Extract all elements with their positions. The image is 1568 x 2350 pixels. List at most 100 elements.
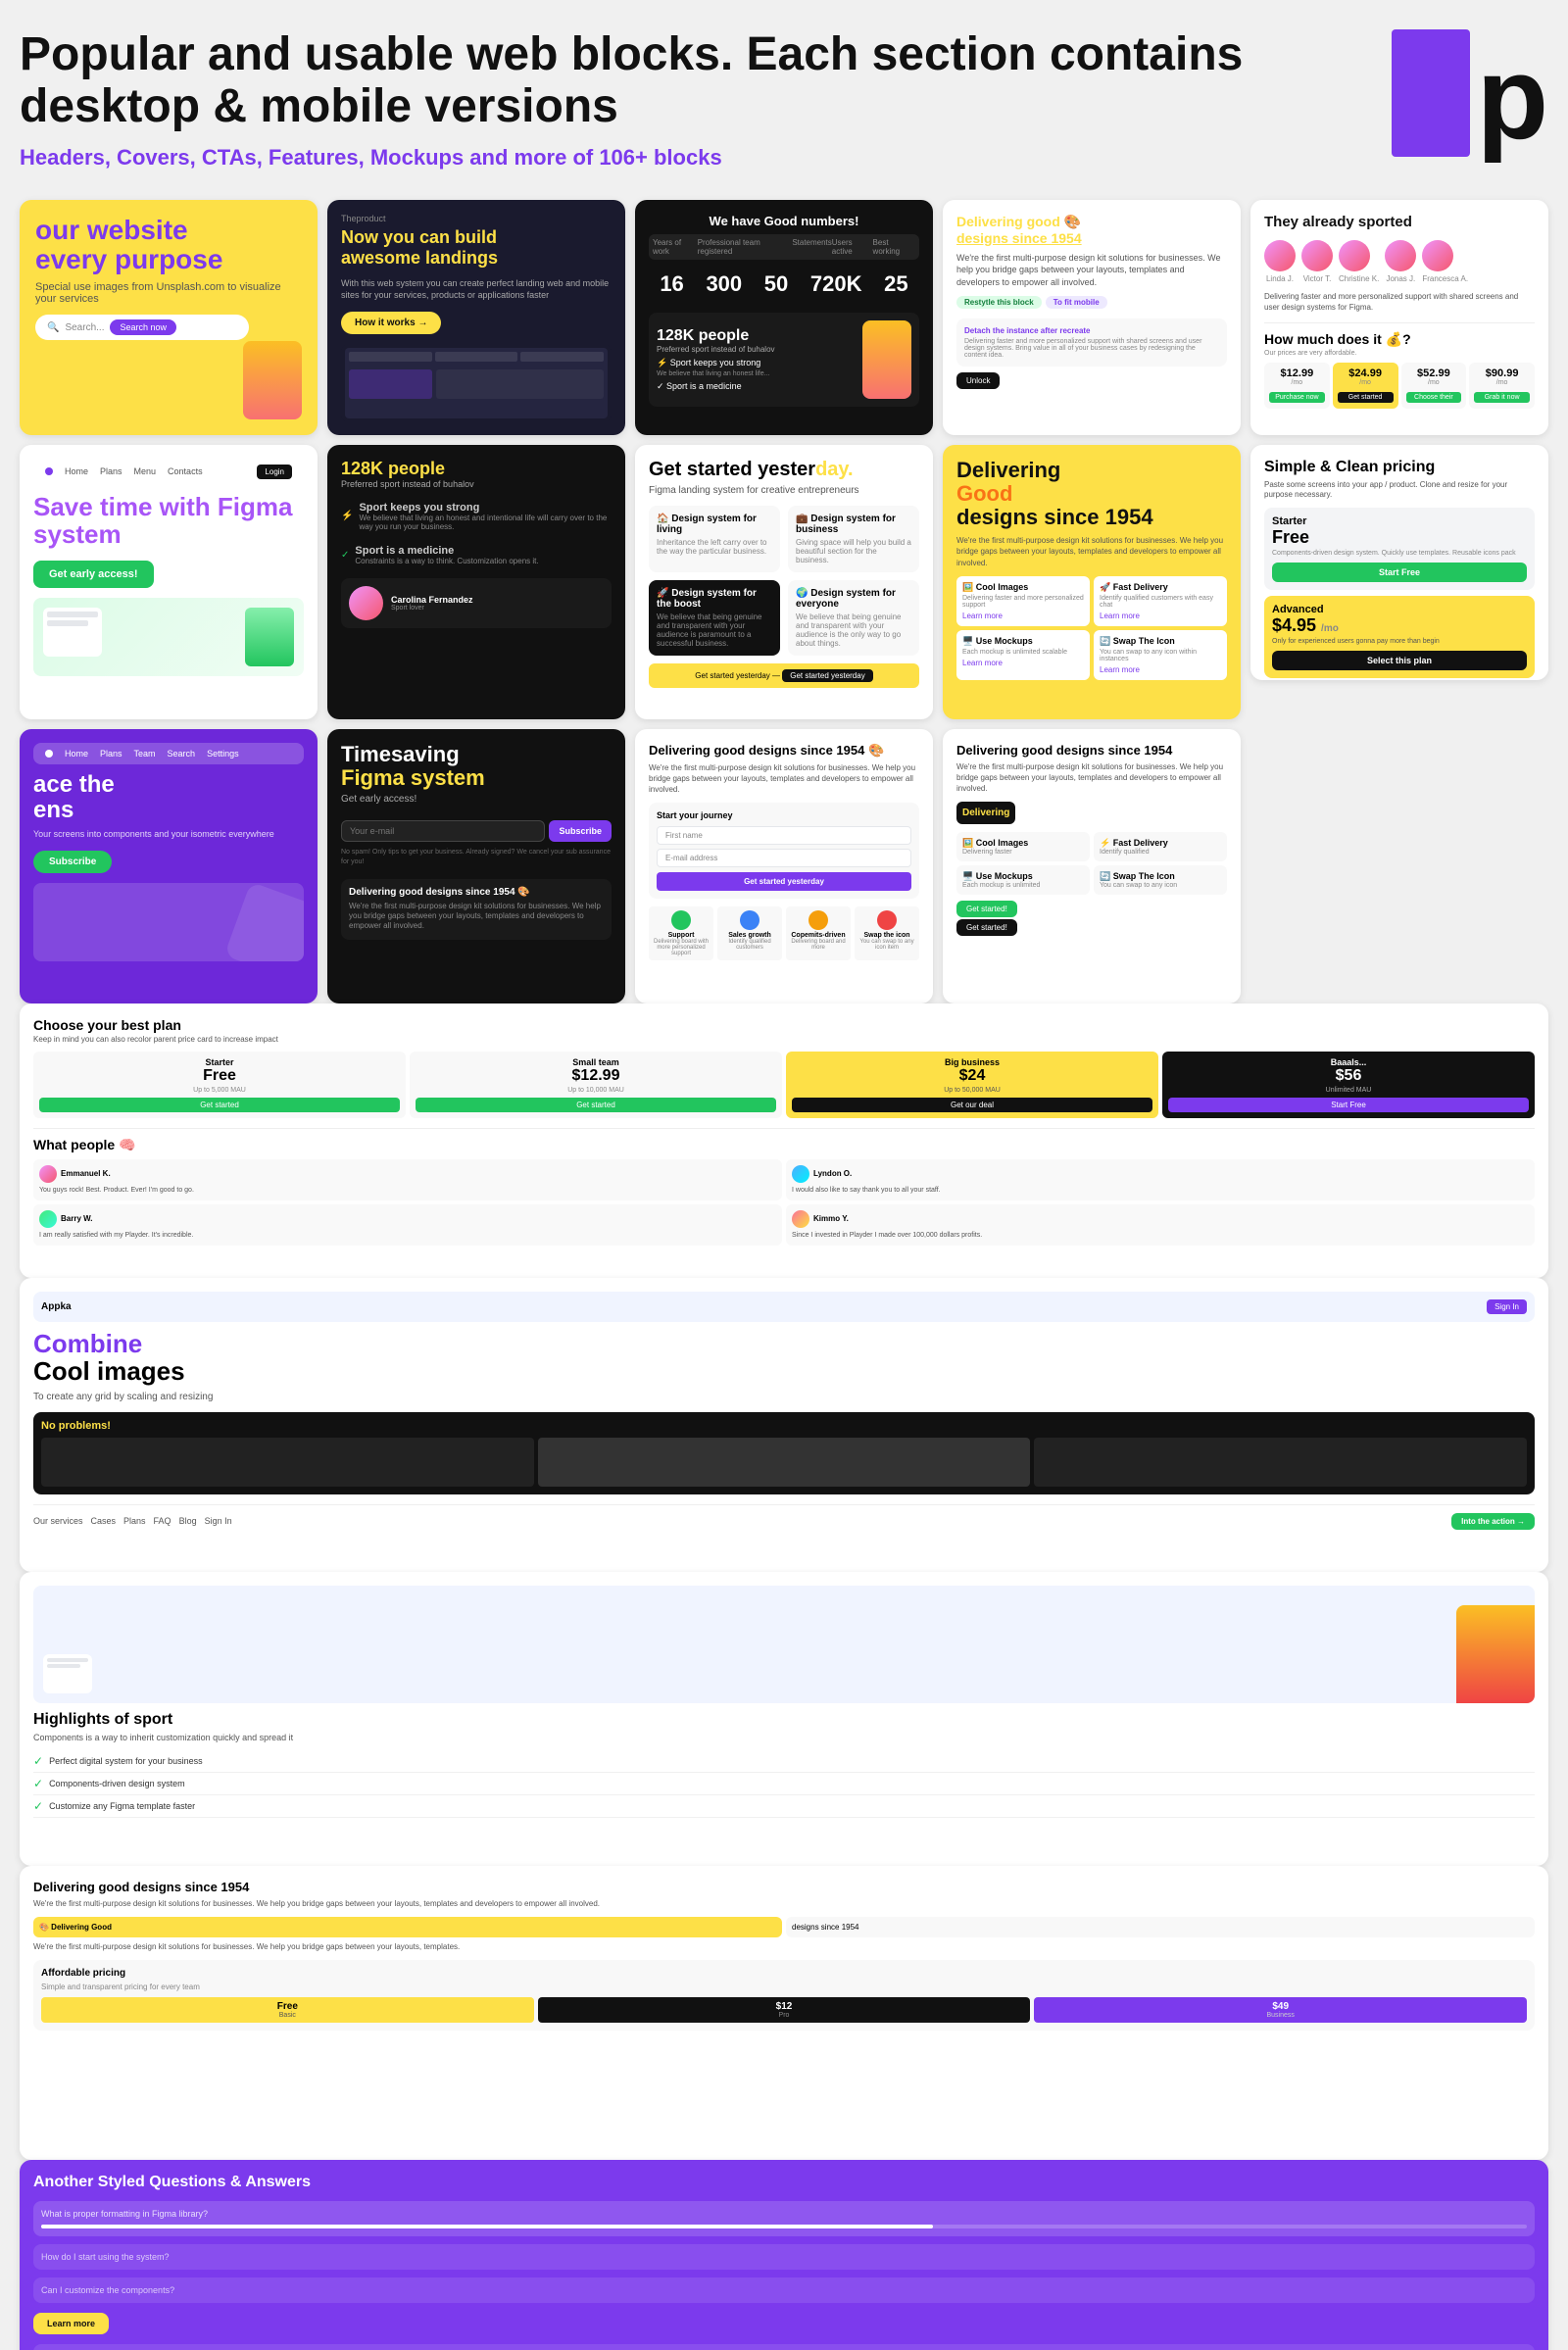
hero-person-image	[243, 341, 302, 419]
sport-stat: 128K people	[341, 459, 612, 479]
subscribe-button[interactable]: Subscribe	[33, 851, 112, 873]
mobile-button[interactable]: To fit mobile	[1046, 296, 1107, 309]
page-header: Popular and usable web blocks. Each sect…	[20, 20, 1548, 180]
big-business-btn[interactable]: Get our deal	[792, 1098, 1152, 1112]
grab-now-button[interactable]: Grab it now	[1474, 392, 1530, 403]
avatar-item: Francesca A.	[1422, 240, 1468, 283]
avatar-item: Linda J.	[1264, 240, 1296, 283]
get-started-button[interactable]: Get started	[1338, 392, 1394, 403]
get-started-btn[interactable]: Get started!	[956, 901, 1017, 917]
sported-body: Delivering faster and more personalized …	[1264, 291, 1535, 313]
card-yellow-hero: our website every purpose Special use im…	[20, 200, 318, 435]
nav-sign-in[interactable]: Sign In	[205, 1516, 232, 1526]
get-access-button[interactable]: Get early access!	[33, 561, 154, 588]
login-button[interactable]: Login	[257, 465, 292, 479]
testimonial-avatar	[349, 586, 383, 620]
main-grid: our website every purpose Special use im…	[20, 200, 1548, 1004]
bottom-nav: Our services Cases Plans FAQ Blog Sign I…	[33, 1504, 1535, 1530]
sported-title: They already sported	[1264, 214, 1535, 230]
no-problems-label: No problems!	[41, 1420, 1527, 1432]
premium-btn[interactable]: Start Free	[1168, 1098, 1529, 1112]
sport-item-1: ⚡ Sport keeps you strong We believe that…	[341, 499, 612, 534]
highlight-item-1: ✓ Perfect digital system for your busine…	[33, 1750, 1535, 1773]
nav-our-services[interactable]: Our services	[33, 1516, 83, 1526]
nav-blog[interactable]: Blog	[179, 1516, 197, 1526]
good-numbers-2-title: Delivering good designs since 1954 🎨	[649, 743, 919, 759]
restyle-button[interactable]: Restytle this block	[956, 296, 1042, 309]
delivering-yellow-title: Delivering Good designs since 1954	[956, 459, 1227, 530]
feature-cool-images: 🖼️ Cool Images Delivering faster and mor…	[956, 576, 1090, 626]
plan-premium: Baaals... $56 Unlimited MAU Start Free	[1162, 1052, 1535, 1118]
email-input[interactable]	[341, 820, 545, 842]
avatar-row: Linda J. Victor T. Christine K. Jonas J.…	[1264, 240, 1535, 283]
simple-pricing-title: Simple & Clean pricing	[1264, 459, 1535, 476]
learn-more-link-4[interactable]: Learn more	[1100, 665, 1221, 674]
page-title: Popular and usable web blocks. Each sect…	[20, 29, 1392, 133]
get-started-yesterday-button[interactable]: Get started yesterday	[782, 669, 872, 682]
delivering2-title: Delivering good designs since 1954	[956, 743, 1227, 758]
laptop-mockup	[341, 344, 612, 422]
card-delivering-2: Delivering good designs since 1954 We're…	[943, 729, 1241, 1004]
card-simple-pricing-1: Simple & Clean pricing Paste some screen…	[1250, 445, 1548, 680]
learn-more-link-3[interactable]: Learn more	[962, 659, 1084, 667]
learn-more-link[interactable]: Learn more	[962, 612, 1084, 620]
numbers-title: We have Good numbers!	[649, 214, 919, 228]
choose-plan-button[interactable]: Choose their	[1406, 392, 1462, 403]
select-plan-button[interactable]: Select this plan	[1272, 651, 1527, 670]
search-bar: 🔍 Search... Search now	[35, 315, 249, 340]
card-delivering-3: Delivering good designs since 1954 We're…	[20, 1866, 1548, 2160]
nav-cases[interactable]: Cases	[91, 1516, 117, 1526]
start-free-button[interactable]: Start Free	[1272, 563, 1527, 582]
price-starter: $12.99 /mo Purchase now	[1264, 363, 1330, 409]
yellow-hero-headline: our website every purpose	[35, 216, 302, 276]
stat-25: 25	[884, 271, 907, 297]
how-it-works-button[interactable]: How it works →	[341, 312, 441, 334]
price-pro: $24.99 /mo Get started	[1333, 363, 1398, 409]
feature-fast-delivery: 🚀 Fast Delivery Identify qualified custo…	[1094, 576, 1227, 626]
page-subtitle: Headers, Covers, CTAs, Features, Mockups…	[20, 145, 1392, 171]
plan-small-team: Small team $12.99 Up to 10,000 MAU Get s…	[410, 1052, 782, 1118]
purchase-button[interactable]: Purchase now	[1269, 392, 1325, 403]
testimonial-4: Kimmo Y. Since I invested in Playder I m…	[786, 1204, 1535, 1246]
numbers-row: 16 300 50 720K 25	[649, 271, 919, 297]
card-good-numbers-2: Delivering good designs since 1954 🎨 We'…	[635, 729, 933, 1004]
delivering-title: Delivering good 🎨 designs since 1954	[956, 214, 1227, 246]
starter-plan-btn[interactable]: Get started	[39, 1098, 400, 1112]
plan-big-business: Big business $24 Up to 50,000 MAU Get ou…	[786, 1052, 1158, 1118]
stat-16: 16	[660, 271, 683, 297]
small-team-btn[interactable]: Get started	[416, 1098, 776, 1112]
learn-more-qa-button[interactable]: Learn more	[33, 2313, 109, 2334]
card-delivering: Delivering good 🎨 designs since 1954 We'…	[943, 200, 1241, 435]
plan-grid: Starter Free Up to 5,000 MAU Get started…	[33, 1052, 1535, 1118]
avatar-3	[1339, 240, 1370, 271]
learn-more-link-2[interactable]: Learn more	[1100, 612, 1221, 620]
highlights-list: ✓ Perfect digital system for your busine…	[33, 1750, 1535, 1818]
sport-item-2: ✓ Sport is a medicine Constraints is a w…	[341, 542, 612, 568]
sport-list: ⚡ Sport keeps you strong We believe that…	[341, 499, 612, 568]
price-enterprise: $90.99 /mo Grab it now	[1469, 363, 1535, 409]
screens-title: ace theens	[33, 772, 304, 824]
what-people-title: What people 🧠	[33, 1137, 1535, 1153]
avatar-item: Jonas J.	[1385, 240, 1416, 283]
testimonial-3: Barry W. I am really satisfied with my P…	[33, 1204, 782, 1246]
avatar-item: Victor T.	[1301, 240, 1333, 283]
card-numbers: We have Good numbers! Years of work Prof…	[635, 200, 933, 435]
search-button[interactable]: Search now	[110, 319, 176, 335]
yellow-hero-subtext: Special use images from Unsplash.com to …	[35, 281, 302, 305]
stat-720k: 720K	[810, 271, 862, 297]
into-action-button[interactable]: Into the action →	[1451, 1513, 1535, 1530]
logo-l-shape	[1392, 29, 1470, 157]
brand-name: Theproduct	[341, 214, 612, 223]
nav-plans[interactable]: Plans	[123, 1516, 146, 1526]
email-row: Subscribe	[341, 820, 612, 842]
screen-mockup	[33, 883, 304, 961]
sign-in-button[interactable]: Sign In	[1487, 1299, 1527, 1314]
nav-faq[interactable]: FAQ	[154, 1516, 172, 1526]
price-business: $52.99 /mo Choose their	[1401, 363, 1467, 409]
unlock-button[interactable]: Unlock	[956, 372, 1000, 389]
stat-50: 50	[764, 271, 788, 297]
get-started-form-button[interactable]: Get started yesterday	[657, 872, 911, 891]
delivering3-title: Delivering good designs since 1954	[33, 1880, 1535, 1894]
get-started-btn-2[interactable]: Get started!	[956, 919, 1017, 936]
timesaving-subscribe-button[interactable]: Subscribe	[549, 820, 612, 842]
